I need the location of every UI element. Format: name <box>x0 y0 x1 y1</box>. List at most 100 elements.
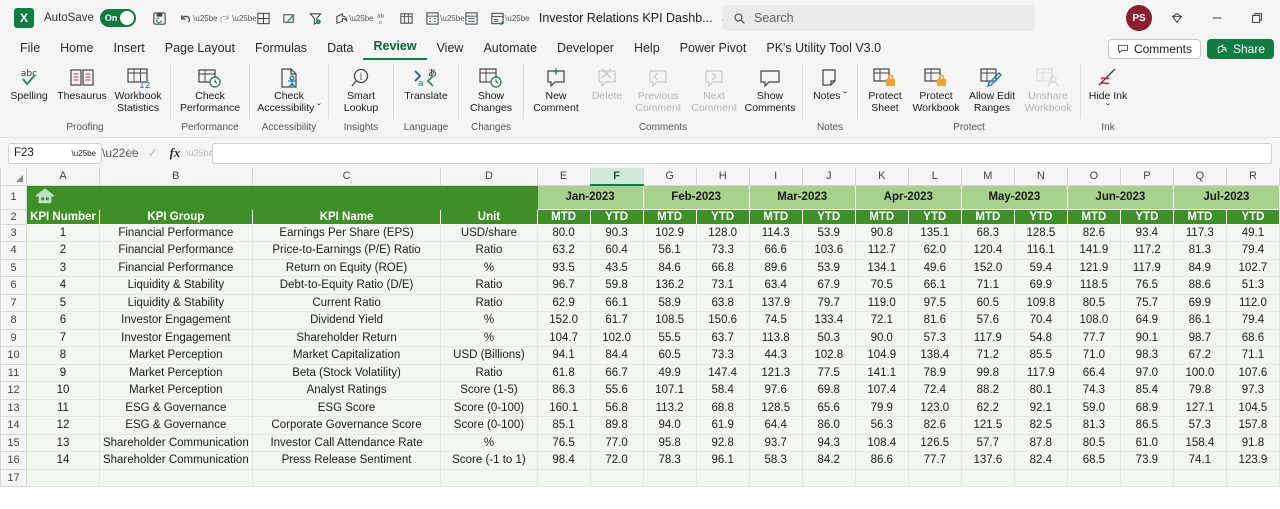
value-cell[interactable]: 128.5 <box>1013 223 1068 242</box>
tab-help[interactable]: Help <box>624 40 670 60</box>
value-cell[interactable]: 135.1 <box>907 223 962 242</box>
cancel-edit-icon[interactable]: ✕ <box>120 145 142 161</box>
tab-pk-s-utility-tool-v3-0[interactable]: PK's Utility Tool V3.0 <box>756 40 891 60</box>
value-cell[interactable]: 69.8 <box>801 381 856 400</box>
value-cell[interactable]: 60.5 <box>960 293 1015 312</box>
value-cell[interactable]: 98.7 <box>1172 328 1227 347</box>
kpi-name-cell[interactable]: Investor Call Attendance Rate <box>251 433 442 452</box>
column-header-D[interactable]: D <box>440 168 538 186</box>
value-cell[interactable]: 67.2 <box>1172 346 1227 365</box>
value-cell[interactable]: 92.8 <box>695 433 750 452</box>
tab-developer[interactable]: Developer <box>547 40 624 60</box>
column-header-N[interactable]: N <box>1013 168 1068 186</box>
unit-cell[interactable]: Ratio <box>440 293 538 312</box>
value-cell[interactable]: 71.1 <box>1225 346 1280 365</box>
check-performance-button[interactable]: Check Performance <box>175 63 245 116</box>
value-cell[interactable]: 77.5 <box>801 363 856 382</box>
select-all-corner[interactable] <box>0 168 27 186</box>
value-cell[interactable]: 116.1 <box>1013 241 1068 260</box>
value-cell[interactable]: 84.2 <box>801 451 856 470</box>
value-cell[interactable]: 74.1 <box>1172 451 1227 470</box>
kpi-name-cell[interactable]: Corporate Governance Score <box>251 416 442 435</box>
value-cell[interactable]: 57.3 <box>1172 416 1227 435</box>
value-cell[interactable]: 62.0 <box>907 241 962 260</box>
kpi-group-cell[interactable]: Financial Performance <box>98 258 253 277</box>
kpi-number-cell[interactable]: 14 <box>26 451 100 470</box>
value-cell[interactable]: 73.1 <box>695 276 750 295</box>
column-header-G[interactable]: G <box>642 168 697 186</box>
kpi-name-cell[interactable]: Return on Equity (ROE) <box>251 258 442 277</box>
column-header-F[interactable]: F <box>589 168 644 186</box>
value-cell[interactable]: 76.5 <box>536 433 591 452</box>
value-cell[interactable]: 93.5 <box>536 258 591 277</box>
value-cell[interactable]: 90.1 <box>1119 328 1174 347</box>
value-cell[interactable]: 51.3 <box>1225 276 1280 295</box>
value-cell[interactable]: 63.2 <box>536 241 591 260</box>
value-cell[interactable]: 96.1 <box>695 451 750 470</box>
value-cell[interactable]: 68.5 <box>1066 451 1121 470</box>
value-cell[interactable]: 134.1 <box>854 258 909 277</box>
kpi-number-cell[interactable]: 3 <box>26 258 100 277</box>
value-cell[interactable]: 72.1 <box>854 311 909 330</box>
column-header-A[interactable]: A <box>26 168 100 186</box>
restore-icon[interactable] <box>1242 3 1272 33</box>
value-cell[interactable]: 133.4 <box>801 311 856 330</box>
value-cell[interactable]: 71.2 <box>960 346 1015 365</box>
value-cell[interactable]: 66.7 <box>589 363 644 382</box>
kpi-number-cell[interactable]: 13 <box>26 433 100 452</box>
minimize-icon[interactable] <box>1202 3 1232 33</box>
value-cell[interactable]: 90.0 <box>854 328 909 347</box>
tab-home[interactable]: Home <box>50 40 103 60</box>
value-cell[interactable]: 97.5 <box>907 293 962 312</box>
kpi-name-cell[interactable]: Current Ratio <box>251 293 442 312</box>
value-cell[interactable]: 72.0 <box>589 451 644 470</box>
value-cell[interactable]: 121.5 <box>960 416 1015 435</box>
value-cell[interactable]: 63.4 <box>748 276 803 295</box>
value-cell[interactable]: 57.6 <box>960 311 1015 330</box>
value-cell[interactable]: 86.5 <box>1119 416 1174 435</box>
value-cell[interactable]: 92.1 <box>1013 398 1068 417</box>
value-cell[interactable]: 117.9 <box>1119 258 1174 277</box>
value-cell[interactable]: 43.5 <box>589 258 644 277</box>
row-header-6[interactable]: 6 <box>0 276 27 295</box>
value-cell[interactable]: 80.5 <box>1066 293 1121 312</box>
value-cell[interactable]: 94.1 <box>536 346 591 365</box>
value-cell[interactable]: 113.8 <box>748 328 803 347</box>
value-cell[interactable]: 96.7 <box>536 276 591 295</box>
kpi-group-cell[interactable]: Market Perception <box>98 363 253 382</box>
share-dropdown-caret-icon[interactable]: \u25be <box>349 6 373 30</box>
search-input[interactable]: Search <box>723 5 1035 31</box>
value-cell[interactable]: 56.3 <box>854 416 909 435</box>
value-cell[interactable]: 107.1 <box>642 381 697 400</box>
column-header-M[interactable]: M <box>960 168 1015 186</box>
value-cell[interactable]: 77.7 <box>907 451 962 470</box>
kpi-group-cell[interactable]: Liquidity & Stability <box>98 293 253 312</box>
column-header-Q[interactable]: Q <box>1172 168 1227 186</box>
unit-cell[interactable]: USD/share <box>440 223 538 242</box>
grid-cell-empty[interactable] <box>801 468 856 487</box>
value-cell[interactable]: 58.3 <box>748 451 803 470</box>
value-cell[interactable]: 82.6 <box>1066 223 1121 242</box>
value-cell[interactable]: 109.8 <box>1013 293 1068 312</box>
show-changes-button[interactable]: Show Changes <box>463 63 519 116</box>
row-header-5[interactable]: 5 <box>0 258 27 277</box>
home-banner-cell[interactable] <box>26 184 538 210</box>
diamond-icon[interactable] <box>1162 3 1192 33</box>
grid-cell-empty[interactable] <box>26 468 100 487</box>
value-cell[interactable]: 86.3 <box>536 381 591 400</box>
tab-view[interactable]: View <box>427 40 474 60</box>
value-cell[interactable]: 69.9 <box>1013 276 1068 295</box>
grid-cell-empty[interactable] <box>1066 468 1121 487</box>
row-header-4[interactable]: 4 <box>0 241 27 260</box>
value-cell[interactable]: 118.5 <box>1066 276 1121 295</box>
value-cell[interactable]: 102.8 <box>801 346 856 365</box>
unit-cell[interactable]: USD (Billions) <box>440 346 538 365</box>
value-cell[interactable]: 72.4 <box>907 381 962 400</box>
qat-more-caret-icon[interactable]: \u25be <box>505 6 529 30</box>
value-cell[interactable]: 65.6 <box>801 398 856 417</box>
row-header-2[interactable]: 2 <box>0 208 27 225</box>
value-cell[interactable]: 66.1 <box>589 293 644 312</box>
value-cell[interactable]: 57.3 <box>907 328 962 347</box>
value-cell[interactable]: 123.9 <box>1225 451 1280 470</box>
tab-review[interactable]: Review <box>363 38 427 60</box>
